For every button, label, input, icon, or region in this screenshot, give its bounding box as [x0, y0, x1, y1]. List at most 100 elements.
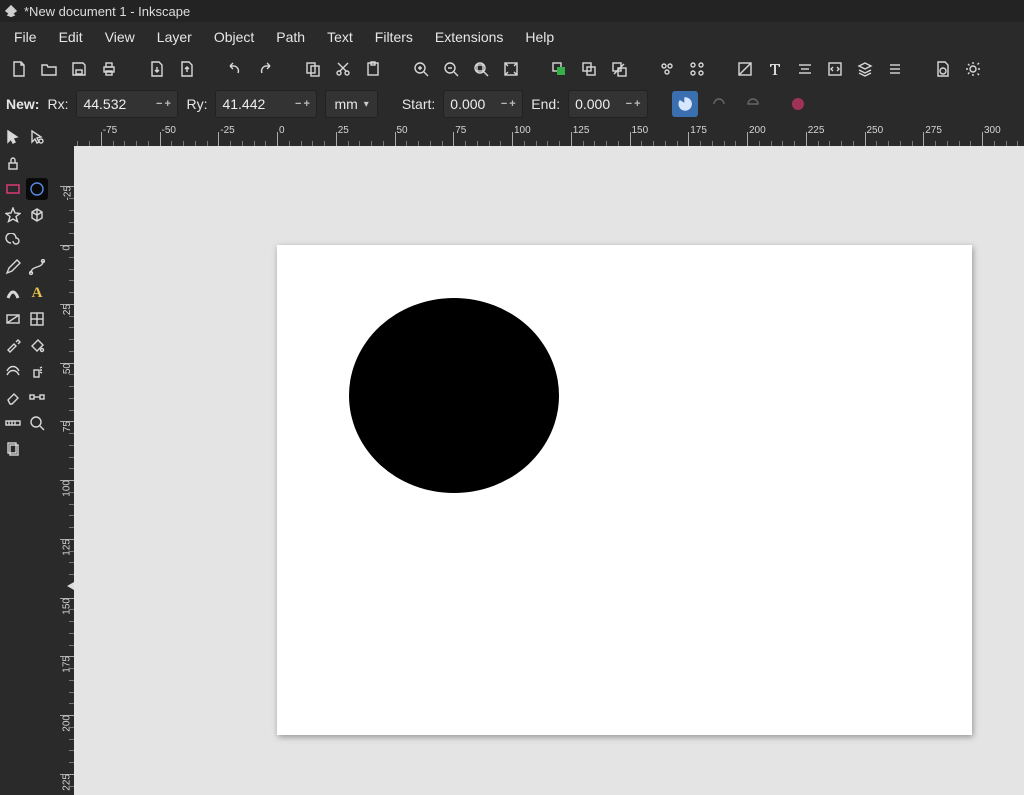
redo-icon[interactable]: [254, 58, 276, 80]
unlink-clone-icon[interactable]: [608, 58, 630, 80]
menu-path[interactable]: Path: [266, 25, 315, 49]
eraser-tool-icon[interactable]: [2, 386, 24, 408]
end-field[interactable]: [569, 96, 619, 112]
unit-select[interactable]: mm ▾: [325, 90, 377, 118]
command-toolbar: [0, 52, 1024, 86]
print-icon[interactable]: [98, 58, 120, 80]
ry-label: Ry:: [186, 96, 207, 112]
horizontal-ruler[interactable]: -125-100-75-50-2502550751001251501752002…: [74, 122, 1024, 146]
menu-file[interactable]: File: [4, 25, 47, 49]
arc-open-icon[interactable]: [706, 91, 732, 117]
selector-tool-icon[interactable]: [2, 126, 24, 148]
layers-icon[interactable]: [854, 58, 876, 80]
paste-icon[interactable]: [362, 58, 384, 80]
paintbucket-tool-icon[interactable]: [26, 334, 48, 356]
preferences-icon[interactable]: [962, 58, 984, 80]
zoom-tool-icon[interactable]: [26, 412, 48, 434]
bezier-tool-icon[interactable]: [26, 256, 48, 278]
start-input[interactable]: −+: [443, 90, 523, 118]
lock-icon[interactable]: [2, 152, 24, 174]
menu-edit[interactable]: Edit: [49, 25, 93, 49]
tweak-tool-icon[interactable]: [2, 360, 24, 382]
document-properties-icon[interactable]: [932, 58, 954, 80]
rx-increment-icon[interactable]: +: [163, 98, 171, 110]
export-icon[interactable]: [176, 58, 198, 80]
page: [277, 245, 972, 735]
ry-input[interactable]: −+: [215, 90, 317, 118]
rx-field[interactable]: [77, 96, 149, 112]
pages-tool-icon[interactable]: [2, 438, 24, 460]
inkscape-app-icon: [4, 4, 18, 18]
menu-bar: File Edit View Layer Object Path Text Fi…: [0, 22, 1024, 52]
calligraphy-tool-icon[interactable]: [2, 282, 24, 304]
spray-tool-icon[interactable]: [26, 360, 48, 382]
zoom-in-icon[interactable]: [410, 58, 432, 80]
text-tool-icon[interactable]: [764, 58, 786, 80]
arc-slice-icon[interactable]: [672, 91, 698, 117]
rx-decrement-icon[interactable]: −: [155, 98, 163, 110]
connector-tool-icon[interactable]: [26, 386, 48, 408]
menu-object[interactable]: Object: [204, 25, 264, 49]
mesh-tool-icon[interactable]: [26, 308, 48, 330]
tool-options-bar: New: Rx: −+ Ry: −+ mm ▾ Start: −+ End: −…: [0, 86, 1024, 122]
zoom-out-icon[interactable]: [440, 58, 462, 80]
start-increment-icon[interactable]: +: [508, 98, 516, 110]
zoom-page-icon[interactable]: [500, 58, 522, 80]
menu-layer[interactable]: Layer: [147, 25, 202, 49]
group-icon[interactable]: [656, 58, 678, 80]
gradient-tool-icon[interactable]: [2, 308, 24, 330]
start-field[interactable]: [444, 96, 494, 112]
menu-help[interactable]: Help: [515, 25, 564, 49]
measure-tool-icon[interactable]: [2, 412, 24, 434]
drawn-ellipse[interactable]: [349, 298, 559, 493]
star-tool-icon[interactable]: [2, 204, 24, 226]
title-bar: *New document 1 - Inkscape: [0, 0, 1024, 22]
start-label: Start:: [402, 96, 435, 112]
ry-decrement-icon[interactable]: −: [294, 98, 302, 110]
node-tool-icon[interactable]: [26, 126, 48, 148]
copy-icon[interactable]: [302, 58, 324, 80]
ry-increment-icon[interactable]: +: [302, 98, 310, 110]
menu-view[interactable]: View: [95, 25, 145, 49]
pencil-tool-icon[interactable]: [2, 256, 24, 278]
rx-label: Rx:: [47, 96, 68, 112]
menu-text[interactable]: Text: [317, 25, 363, 49]
dropper-tool-icon[interactable]: [2, 334, 24, 356]
fill-stroke-icon[interactable]: [734, 58, 756, 80]
duplicate-icon[interactable]: [548, 58, 570, 80]
open-file-icon[interactable]: [38, 58, 60, 80]
import-icon[interactable]: [146, 58, 168, 80]
canvas-area: -125-100-75-50-2502550751001251501752002…: [50, 122, 1024, 795]
ungroup-icon[interactable]: [686, 58, 708, 80]
spiral-tool-icon[interactable]: [2, 230, 24, 252]
viewport[interactable]: [74, 146, 1024, 795]
window-title: *New document 1 - Inkscape: [24, 4, 190, 19]
new-file-icon[interactable]: [8, 58, 30, 80]
ry-field[interactable]: [216, 96, 288, 112]
xml-editor-icon[interactable]: [824, 58, 846, 80]
3dbox-tool-icon[interactable]: [26, 204, 48, 226]
end-input[interactable]: −+: [568, 90, 648, 118]
align-icon[interactable]: [794, 58, 816, 80]
end-decrement-icon[interactable]: −: [625, 98, 633, 110]
rectangle-tool-icon[interactable]: [2, 178, 24, 200]
undo-icon[interactable]: [224, 58, 246, 80]
text-tool-tool-icon[interactable]: A: [26, 282, 48, 304]
toolbox: A: [0, 122, 50, 795]
rx-input[interactable]: −+: [76, 90, 178, 118]
chevron-down-icon: ▾: [364, 99, 369, 110]
cut-icon[interactable]: [332, 58, 354, 80]
object-properties-icon[interactable]: [884, 58, 906, 80]
save-file-icon[interactable]: [68, 58, 90, 80]
menu-filters[interactable]: Filters: [365, 25, 423, 49]
start-decrement-icon[interactable]: −: [500, 98, 508, 110]
menu-extensions[interactable]: Extensions: [425, 25, 513, 49]
clone-icon[interactable]: [578, 58, 600, 80]
end-label: End:: [531, 96, 560, 112]
arc-chord-icon[interactable]: [740, 91, 766, 117]
zoom-fit-icon[interactable]: [470, 58, 492, 80]
end-increment-icon[interactable]: +: [633, 98, 641, 110]
ellipse-tool-icon[interactable]: [26, 178, 48, 200]
vertical-ruler[interactable]: -250255075100125150175200225250275: [50, 146, 74, 795]
new-label: New:: [6, 96, 39, 112]
